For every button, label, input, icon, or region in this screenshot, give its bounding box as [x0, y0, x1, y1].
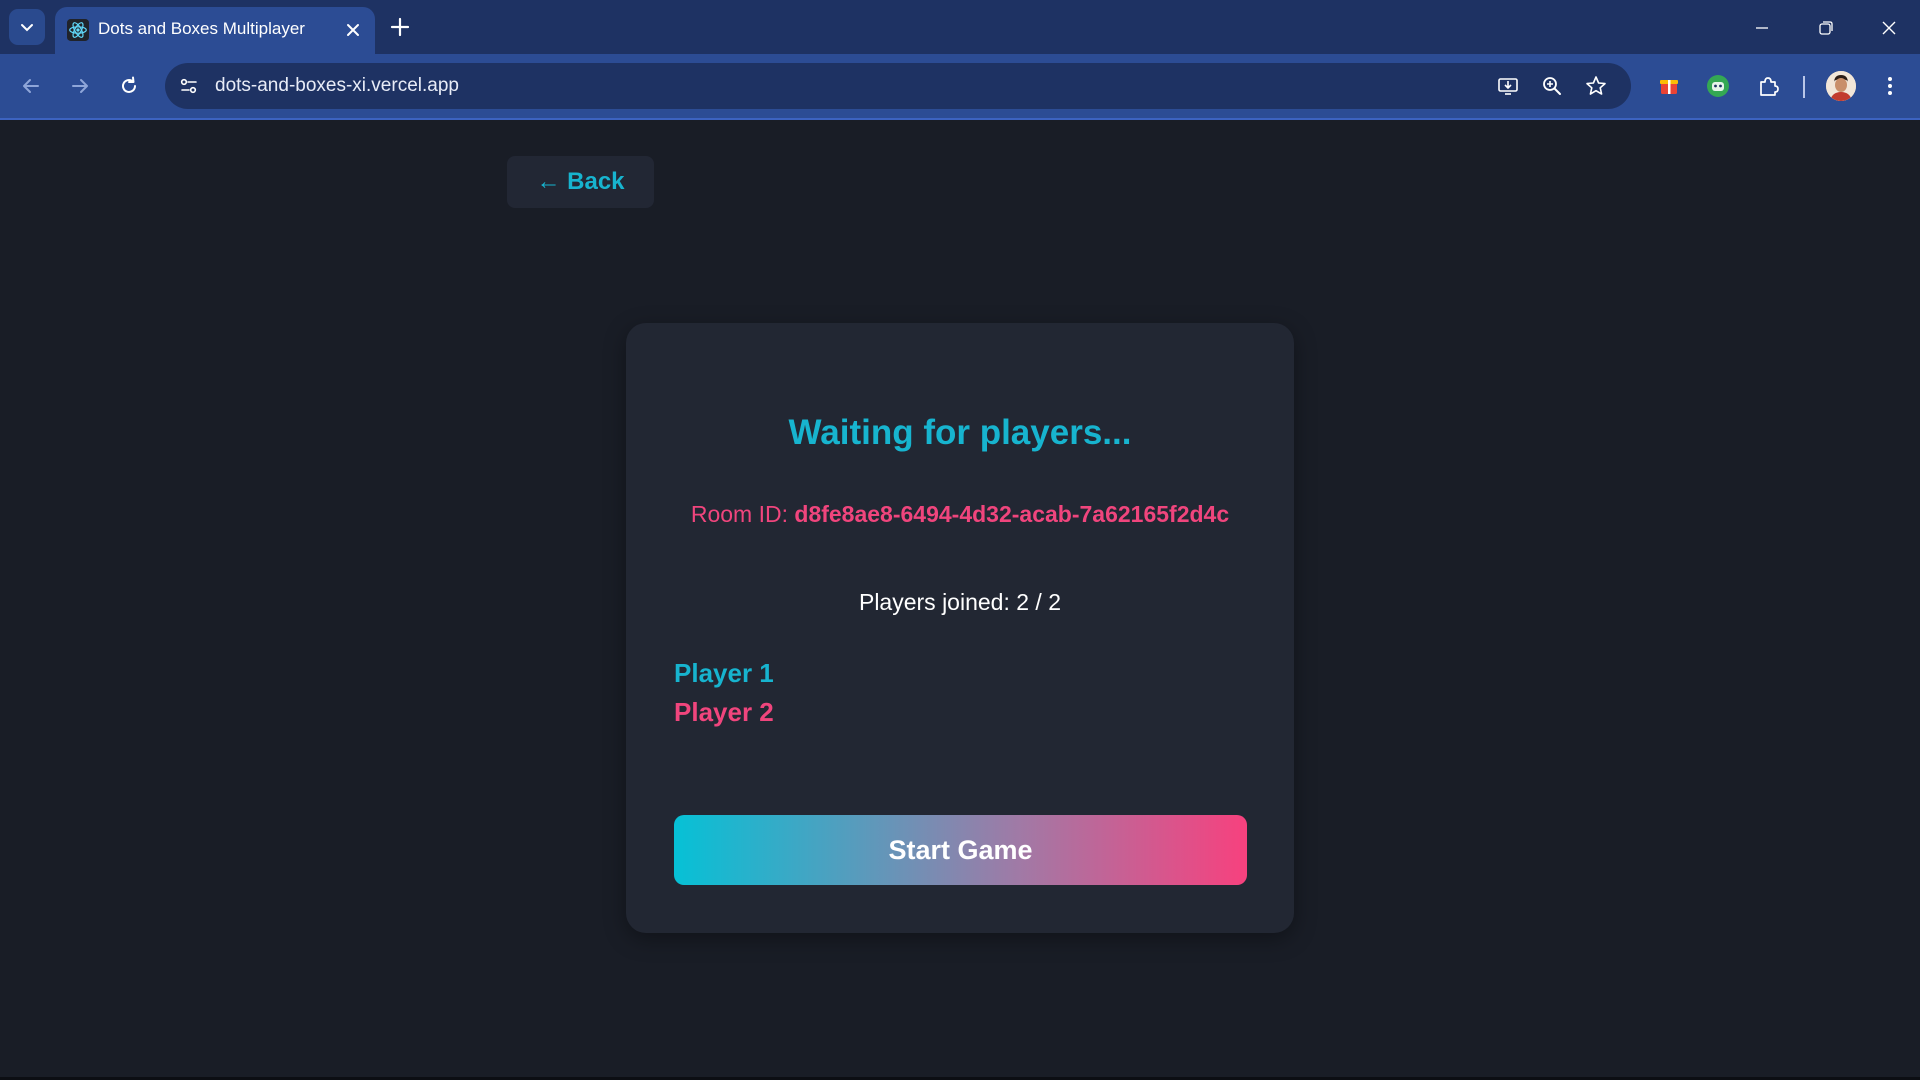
profile-avatar[interactable]	[1826, 71, 1856, 101]
close-window-icon[interactable]	[1874, 13, 1904, 43]
toolbar-divider	[1803, 76, 1805, 98]
close-tab-icon[interactable]	[343, 20, 363, 40]
install-app-icon[interactable]	[1496, 74, 1520, 98]
player-list-item-2: Player 2	[674, 697, 774, 727]
room-id-label: Room ID:	[690, 501, 795, 527]
new-tab-icon[interactable]	[389, 16, 411, 38]
tab-title: Dots and Boxes Multiplayer	[98, 19, 305, 38]
extension-gift-icon[interactable]	[1655, 72, 1683, 100]
site-settings-icon[interactable]	[177, 74, 201, 98]
minimize-window-icon[interactable]	[1747, 13, 1777, 43]
start-game-button[interactable]: Start Game	[674, 815, 1247, 885]
back-arrow-icon[interactable]	[17, 72, 45, 100]
react-atom-icon	[67, 19, 89, 41]
tab-search-button[interactable]	[9, 9, 45, 45]
back-button[interactable]: ← Back	[507, 156, 654, 208]
player-list-item-1: Player 1	[674, 658, 774, 688]
browser-toolbar: dots-and-boxes-xi.vercel.app	[0, 54, 1920, 118]
reload-icon[interactable]	[115, 72, 143, 100]
extension-robot-icon[interactable]	[1704, 72, 1732, 100]
players-joined-count: Players joined: 2 / 2	[858, 589, 1061, 615]
room-id-line: Room ID: d8fe8ae8-6494-4d32-acab-7a62165…	[626, 501, 1294, 528]
extensions-puzzle-icon[interactable]	[1754, 72, 1782, 100]
zoom-icon[interactable]	[1540, 74, 1564, 98]
page-title: Waiting for players...	[788, 413, 1132, 452]
browser-tab-active[interactable]: Dots and Boxes Multiplayer	[55, 7, 375, 54]
room-id-value: d8fe8ae8-6494-4d32-acab-7a62165f2d4c	[794, 501, 1230, 527]
browser-menu-icon[interactable]	[1876, 72, 1904, 100]
browser-tab-bar: Dots and Boxes Multiplayer	[0, 0, 1920, 54]
url-text[interactable]: dots-and-boxes-xi.vercel.app	[215, 75, 459, 97]
address-bar[interactable]: dots-and-boxes-xi.vercel.app	[165, 63, 1631, 109]
bookmark-star-icon[interactable]	[1584, 74, 1608, 98]
restore-window-icon[interactable]	[1811, 13, 1841, 43]
toolbar-border	[0, 118, 1920, 120]
waiting-room-card: Waiting for players... Room ID: d8fe8ae8…	[626, 323, 1294, 933]
forward-arrow-icon[interactable]	[66, 72, 94, 100]
chevron-down-icon	[21, 24, 33, 32]
